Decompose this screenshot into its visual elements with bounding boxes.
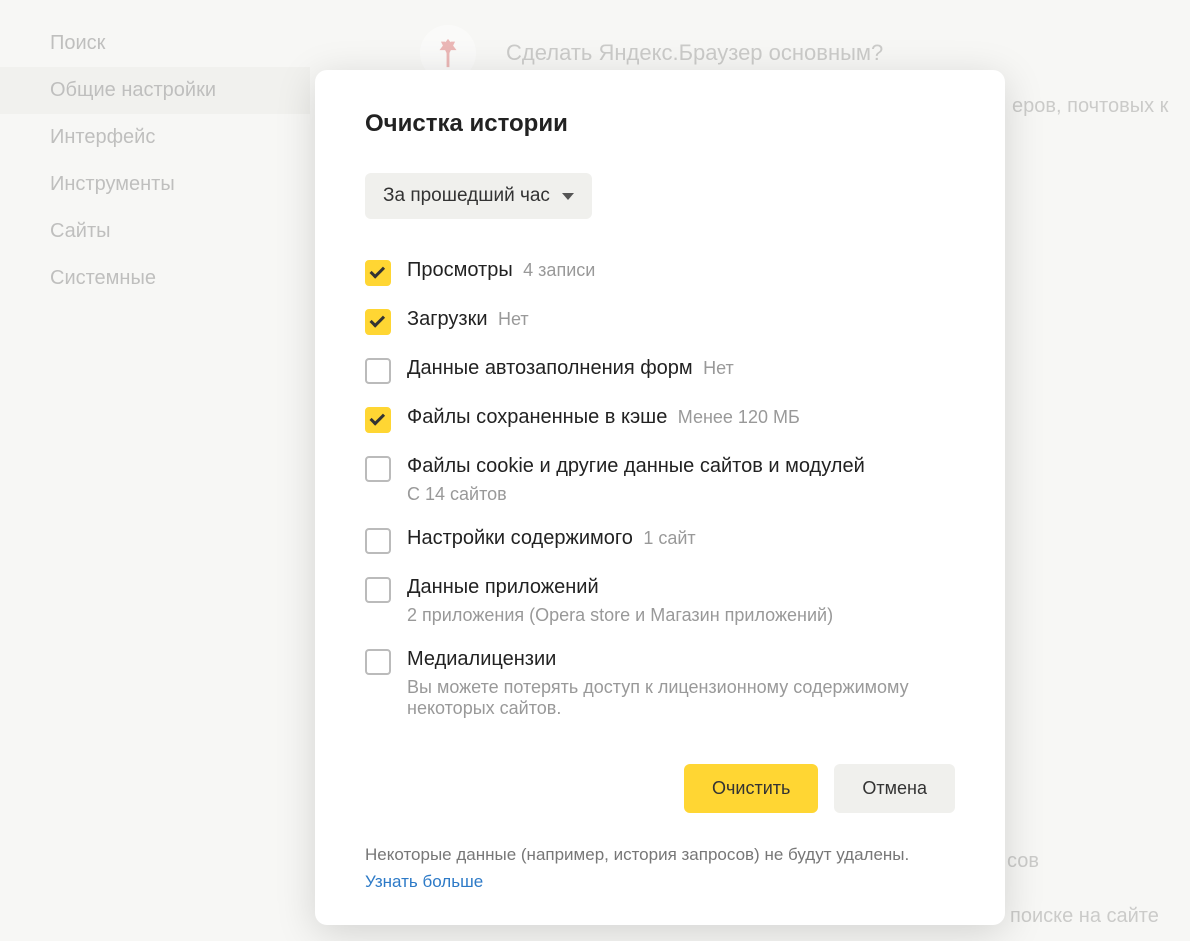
option-downloads: Загрузки Нет — [365, 308, 955, 335]
option-autofill: Данные автозаполнения форм Нет — [365, 357, 955, 384]
dialog-title: Очистка истории — [365, 110, 955, 138]
option-media-licenses: Медиалицензии Вы можете потерять доступ … — [365, 648, 955, 719]
option-meta: 1 сайт — [643, 528, 695, 548]
clear-button[interactable]: Очистить — [684, 764, 818, 813]
option-meta: С 14 сайтов — [407, 484, 955, 505]
time-range-value: За прошедший час — [383, 185, 550, 207]
option-app-data: Данные приложений 2 приложения (Opera st… — [365, 576, 955, 626]
cancel-button[interactable]: Отмена — [834, 764, 955, 813]
checkbox-media-licenses[interactable] — [365, 649, 391, 675]
sidebar-item-general[interactable]: Общие настройки — [0, 67, 310, 114]
option-views: Просмотры 4 записи — [365, 259, 955, 286]
option-label: Просмотры — [407, 259, 513, 281]
dialog-footer: Некоторые данные (например, история запр… — [365, 841, 955, 895]
checkbox-views[interactable] — [365, 260, 391, 286]
learn-more-link[interactable]: Узнать больше — [365, 872, 483, 891]
option-meta: Вы можете потерять доступ к лицензионном… — [407, 677, 955, 719]
sidebar-item-search[interactable]: Поиск — [0, 20, 310, 67]
option-meta: 2 приложения (Opera store и Магазин прил… — [407, 605, 955, 626]
sidebar-item-sites[interactable]: Сайты — [0, 208, 310, 255]
clear-options-list: Просмотры 4 записи Загрузки Нет Данные а… — [365, 259, 955, 719]
background-text: еров, почтовых к — [1012, 95, 1168, 118]
background-text: сов — [1007, 850, 1039, 873]
time-range-select[interactable]: За прошедший час — [365, 173, 592, 219]
checkbox-autofill[interactable] — [365, 358, 391, 384]
chevron-down-icon — [562, 193, 574, 200]
option-label: Данные приложений — [407, 576, 599, 598]
sidebar-item-tools[interactable]: Инструменты — [0, 161, 310, 208]
option-label: Медиалицензии — [407, 648, 556, 670]
sidebar-item-interface[interactable]: Интерфейс — [0, 114, 310, 161]
option-content-settings: Настройки содержимого 1 сайт — [365, 527, 955, 554]
option-meta: Менее 120 МБ — [678, 407, 800, 427]
default-browser-prompt: Сделать Яндекс.Браузер основным? — [506, 40, 883, 66]
footer-text: Некоторые данные (например, история запр… — [365, 845, 909, 864]
option-label: Файлы сохраненные в кэше — [407, 406, 667, 428]
option-meta: Нет — [498, 309, 529, 329]
checkbox-cookies[interactable] — [365, 456, 391, 482]
checkbox-downloads[interactable] — [365, 309, 391, 335]
option-cookies: Файлы cookie и другие данные сайтов и мо… — [365, 455, 955, 505]
option-meta: 4 записи — [523, 260, 595, 280]
checkbox-content-settings[interactable] — [365, 528, 391, 554]
checkbox-app-data[interactable] — [365, 577, 391, 603]
checkbox-cache[interactable] — [365, 407, 391, 433]
option-label: Загрузки — [407, 308, 488, 330]
option-label: Настройки содержимого — [407, 527, 633, 549]
option-meta: Нет — [703, 358, 734, 378]
settings-sidebar: Поиск Общие настройки Интерфейс Инструме… — [0, 0, 310, 302]
background-text: поиске на сайте — [1010, 905, 1159, 928]
sidebar-item-system[interactable]: Системные — [0, 255, 310, 302]
clear-history-dialog: Очистка истории За прошедший час Просмот… — [315, 70, 1005, 925]
option-label: Файлы cookie и другие данные сайтов и мо… — [407, 455, 865, 477]
option-label: Данные автозаполнения форм — [407, 357, 693, 379]
option-cache: Файлы сохраненные в кэше Менее 120 МБ — [365, 406, 955, 433]
dialog-actions: Очистить Отмена — [365, 764, 955, 813]
